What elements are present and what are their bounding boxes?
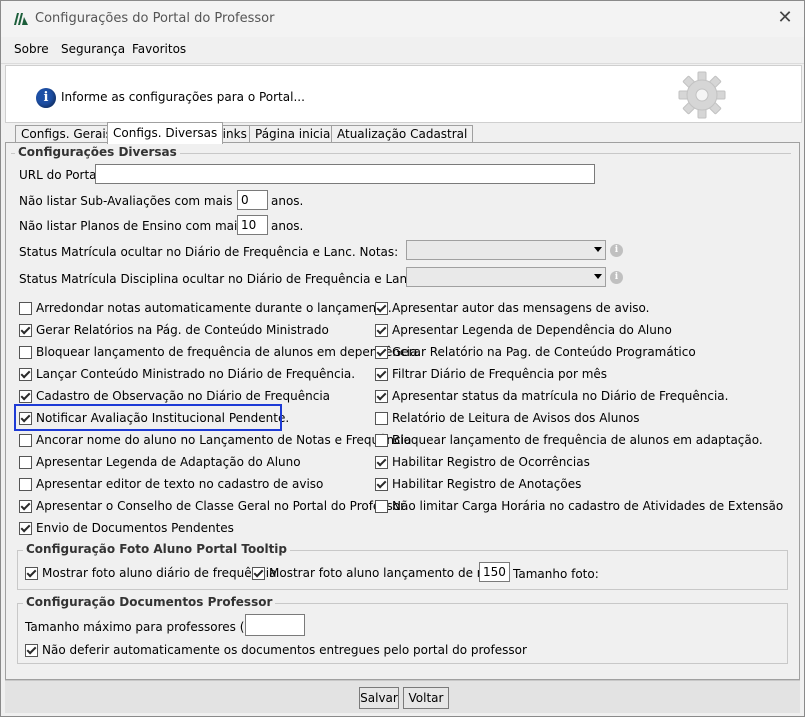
checkbox[interactable] [252, 566, 265, 580]
menu-favoritos[interactable]: Favoritos [132, 42, 186, 56]
checkbox[interactable] [375, 301, 388, 315]
checkbox[interactable] [19, 301, 32, 315]
checkbox[interactable] [19, 389, 32, 403]
footer-bar: Salvar Voltar [5, 680, 800, 713]
planos-input[interactable]: 10 [237, 215, 268, 235]
check-cadastro-observacao[interactable]: Cadastro de Observação no Diário de Freq… [19, 389, 330, 403]
menu-seguranca[interactable]: Segurança [61, 42, 125, 56]
sub-avaliacoes-label: Não listar Sub-Avaliações com mais de: [19, 194, 256, 208]
check-editor-texto[interactable]: Apresentar editor de texto no cadastro d… [19, 477, 323, 491]
config-window: Configurações do Portal do Professor ✕ S… [0, 0, 805, 717]
check-filtrar-mes[interactable]: Filtrar Diário de Frequência por mês [375, 367, 607, 381]
checkbox[interactable] [375, 323, 388, 337]
checkbox[interactable] [19, 455, 32, 469]
info-icon: i [36, 88, 56, 108]
foto-size-input[interactable]: 150 [479, 562, 510, 582]
checkbox[interactable] [375, 411, 388, 425]
check-carga-horaria[interactable]: Não limitar Carga Horária no cadastro de… [375, 499, 783, 513]
menu-sobre[interactable]: Sobre [14, 42, 49, 56]
checkbox[interactable] [19, 477, 32, 491]
chevron-down-icon [594, 274, 602, 279]
info-text: Informe as configurações para o Portal..… [61, 90, 305, 104]
tab-content: Configurações Diversas URL do Portal: Nã… [5, 142, 800, 680]
checkbox[interactable] [375, 499, 388, 513]
checkbox[interactable] [19, 323, 32, 337]
check-bloquear-adaptacao[interactable]: Bloquear lançamento de frequência de alu… [375, 433, 763, 447]
check-envio-documentos[interactable]: Envio de Documentos Pendentes [19, 521, 234, 535]
checkbox[interactable] [375, 367, 388, 381]
selection-highlight [14, 404, 282, 431]
sub-avaliacoes-input[interactable]: 0 [237, 190, 268, 210]
close-icon[interactable]: ✕ [774, 7, 796, 29]
status-disciplina-label: Status Matrícula Disciplina ocultar no D… [19, 272, 460, 286]
legend-documentos-professor: Configuração Documentos Professor [23, 595, 276, 609]
foto-size-label: Tamanho foto: [513, 567, 599, 581]
checkbox[interactable] [19, 433, 32, 447]
save-button[interactable]: Salvar [359, 687, 399, 709]
tab-strip: Configs. Gerais Configs. Diversas Links … [5, 122, 800, 144]
sub-avaliacoes-unit: anos. [271, 194, 304, 208]
checkbox[interactable] [25, 566, 38, 580]
menu-bar: Sobre Segurança Favoritos [1, 37, 804, 64]
info-panel: i Informe as configurações para o Portal… [5, 65, 802, 123]
url-label: URL do Portal: [19, 168, 104, 182]
status-matricula-select[interactable] [406, 240, 606, 260]
info-hint-icon[interactable]: i [610, 244, 623, 257]
check-lancar-conteudo[interactable]: Lançar Conteúdo Ministrado no Diário de … [19, 367, 355, 381]
check-registro-ocorrencias[interactable]: Habilitar Registro de Ocorrências [375, 455, 590, 469]
tab-configs-gerais[interactable]: Configs. Gerais [15, 125, 118, 143]
check-bloquear-dependencia[interactable]: Bloquear lançamento de frequência de alu… [19, 345, 421, 359]
legend-configuracoes-diversas: Configurações Diversas [15, 145, 180, 159]
tamanho-maximo-label: Tamanho máximo para professores (MB): [25, 620, 272, 634]
url-input[interactable] [95, 164, 595, 184]
check-ancorar-nome[interactable]: Ancorar nome do aluno no Lançamento de N… [19, 433, 411, 447]
info-hint-icon[interactable]: i [610, 271, 623, 284]
tamanho-maximo-input[interactable] [245, 614, 305, 636]
checkbox[interactable] [25, 643, 38, 657]
check-autor-mensagens[interactable]: Apresentar autor das mensagens de aviso. [375, 301, 649, 315]
tab-pagina-inicial[interactable]: Página inicial [249, 125, 340, 143]
check-registro-anotacoes[interactable]: Habilitar Registro de Anotações [375, 477, 581, 491]
window-title: Configurações do Portal do Professor [35, 11, 275, 26]
check-legenda-adaptacao[interactable]: Apresentar Legenda de Adaptação do Aluno [19, 455, 301, 469]
checkbox[interactable] [19, 499, 32, 513]
gear-icon [678, 71, 726, 119]
checkbox[interactable] [19, 367, 32, 381]
title-bar: Configurações do Portal do Professor ✕ [1, 1, 804, 37]
chevron-down-icon [594, 247, 602, 252]
check-relatorio-programatico[interactable]: Gerar Relatório na Pag. de Conteúdo Prog… [375, 345, 696, 359]
checkbox[interactable] [375, 477, 388, 491]
checkbox[interactable] [375, 433, 388, 447]
check-relatorio-leitura[interactable]: Relatório de Leitura de Avisos dos Aluno… [375, 411, 640, 425]
check-conselho-classe[interactable]: Apresentar o Conselho de Classe Geral no… [19, 499, 405, 513]
checkbox[interactable] [375, 345, 388, 359]
check-arredondar-notas[interactable]: Arredondar notas automaticamente durante… [19, 301, 392, 315]
app-logo-icon [14, 13, 28, 25]
check-nao-deferir[interactable]: Não deferir automaticamente os documento… [25, 643, 527, 657]
tab-atualizacao-cadastral[interactable]: Atualização Cadastral [331, 125, 474, 143]
back-button[interactable]: Voltar [403, 687, 449, 709]
tab-configs-diversas[interactable]: Configs. Diversas [107, 122, 224, 144]
checkbox[interactable] [375, 455, 388, 469]
status-matricula-label: Status Matrícula ocultar no Diário de Fr… [19, 245, 399, 259]
check-status-matricula[interactable]: Apresentar status da matrícula no Diário… [375, 389, 728, 403]
check-foto-frequencia[interactable]: Mostrar foto aluno diário de frequência [25, 566, 277, 580]
check-gerar-relatorios-ministrado[interactable]: Gerar Relatórios na Pág. de Conteúdo Min… [19, 323, 329, 337]
check-foto-nota[interactable]: Mostrar foto aluno lançamento de nota [252, 566, 504, 580]
checkbox[interactable] [19, 345, 32, 359]
planos-unit: anos. [271, 219, 304, 233]
checkbox[interactable] [19, 521, 32, 535]
legend-foto-aluno: Configuração Foto Aluno Portal Tooltip [23, 542, 291, 556]
checkbox[interactable] [375, 389, 388, 403]
status-disciplina-select[interactable] [406, 267, 606, 287]
check-legenda-dependencia[interactable]: Apresentar Legenda de Dependência do Alu… [375, 323, 672, 337]
planos-label: Não listar Planos de Ensino com mais de: [19, 219, 267, 233]
